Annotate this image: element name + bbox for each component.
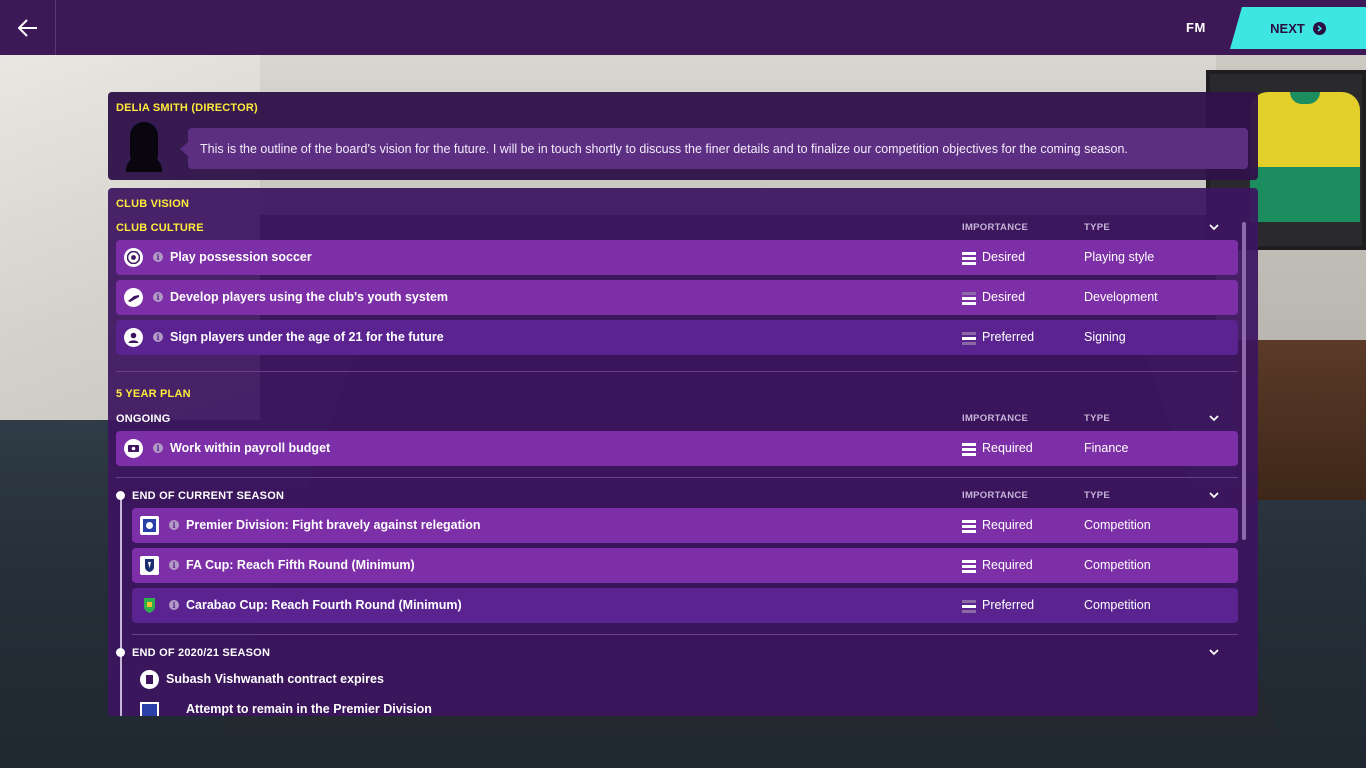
director-message-text: This is the outline of the board's visio…: [200, 141, 1128, 156]
objective-label: Sign players under the age of 21 for the…: [170, 330, 444, 344]
objective-label: Premier Division: Fight bravely against …: [186, 518, 481, 532]
list-item[interactable]: i Develop players using the club's youth…: [116, 280, 1238, 315]
importance-header: IMPORTANCE: [962, 490, 1029, 501]
director-message: This is the outline of the board's visio…: [180, 128, 1248, 169]
importance-bars-icon: [962, 292, 976, 305]
importance-value: Required: [982, 558, 1033, 572]
fm-logo: FM: [1186, 20, 1206, 35]
director-name: DELIA SMITH (DIRECTOR): [116, 102, 258, 114]
end-current-season-title: END OF CURRENT SEASON: [132, 490, 285, 502]
info-icon[interactable]: i: [153, 443, 163, 453]
type-value: Development: [1084, 290, 1158, 304]
info-icon[interactable]: i: [153, 292, 163, 302]
importance-value: Required: [982, 441, 1033, 455]
player-icon: [124, 328, 143, 347]
importance-bars-icon: [962, 252, 976, 265]
director-panel: DELIA SMITH (DIRECTOR) This is the outli…: [108, 92, 1258, 180]
type-value: Competition: [1084, 518, 1151, 532]
info-icon[interactable]: i: [169, 560, 179, 570]
importance-value: Required: [982, 518, 1033, 532]
list-item[interactable]: i Carabao Cup: Reach Fourth Round (Minim…: [132, 588, 1238, 623]
ongoing-title: ONGOING: [116, 413, 171, 425]
next-button-label: NEXT: [1270, 20, 1305, 36]
chevron-down-icon[interactable]: [1207, 411, 1221, 425]
info-icon[interactable]: i: [153, 252, 163, 262]
importance-value: Preferred: [982, 598, 1035, 612]
importance-bars-icon: [962, 600, 976, 613]
director-avatar: [124, 122, 164, 172]
type-header: TYPE: [1084, 413, 1111, 424]
importance-header: IMPORTANCE: [962, 413, 1029, 424]
importance-bars-icon: [962, 332, 976, 345]
importance-header: IMPORTANCE: [962, 222, 1029, 233]
info-icon[interactable]: i: [153, 332, 163, 342]
list-item[interactable]: i Premier Division: Fight bravely agains…: [132, 508, 1238, 543]
end-2020-21-season-title: END OF 2020/21 SEASON: [132, 647, 271, 659]
timeline-dot: [116, 648, 125, 657]
type-header: TYPE: [1084, 490, 1111, 501]
divider: [116, 477, 1238, 478]
type-value: Competition: [1084, 558, 1151, 572]
objective-label: Develop players using the club's youth s…: [170, 290, 449, 304]
chevron-down-icon[interactable]: [1207, 645, 1221, 659]
timeline-dot: [116, 491, 125, 500]
carabao-cup-icon: [140, 596, 159, 615]
divider: [116, 371, 1238, 372]
objective-label: Carabao Cup: Reach Fourth Round (Minimum…: [186, 598, 462, 612]
soccer-ball-icon: [124, 248, 143, 267]
info-icon[interactable]: i: [169, 600, 179, 610]
objective-label: Subash Vishwanath contract expires: [166, 672, 384, 686]
chevron-right-icon: [1312, 21, 1326, 35]
importance-bars-icon: [962, 520, 976, 533]
premier-division-icon: [140, 702, 159, 716]
fa-cup-icon: [140, 556, 159, 575]
list-item[interactable]: i FA Cup: Reach Fifth Round (Minimum) Re…: [132, 548, 1238, 583]
objective-label: Work within payroll budget: [170, 441, 331, 455]
list-item[interactable]: i Work within payroll budget Required Fi…: [116, 431, 1238, 466]
type-value: Competition: [1084, 598, 1151, 612]
list-item[interactable]: i Play possession soccer Desired Playing…: [116, 240, 1238, 275]
importance-value: Preferred: [982, 330, 1035, 344]
club-vision-title: CLUB VISION: [116, 198, 190, 210]
timeline-line: [120, 494, 122, 716]
money-icon: [124, 439, 143, 458]
objective-label: Attempt to remain in the Premier Divisio…: [186, 702, 432, 716]
next-button[interactable]: NEXT: [1230, 7, 1366, 49]
back-button[interactable]: [0, 0, 56, 55]
premier-division-icon: [140, 516, 159, 535]
five-year-plan-title: 5 YEAR PLAN: [116, 388, 191, 400]
importance-bars-icon: [962, 443, 976, 456]
importance-value: Desired: [982, 290, 1026, 304]
contract-icon: [140, 670, 159, 689]
type-value: Signing: [1084, 330, 1126, 344]
info-icon[interactable]: i: [169, 520, 179, 530]
importance-value: Desired: [982, 250, 1026, 264]
objective-label: Play possession soccer: [170, 250, 312, 264]
club-shirt: [1250, 92, 1360, 222]
objective-label: FA Cup: Reach Fifth Round (Minimum): [186, 558, 415, 572]
scrollbar[interactable]: [1242, 222, 1246, 540]
type-value: Finance: [1084, 441, 1129, 455]
top-bar: FM NEXT: [0, 0, 1366, 55]
arrow-left-icon: [17, 18, 37, 37]
list-item[interactable]: i Sign players under the age of 21 for t…: [116, 320, 1238, 355]
divider: [132, 634, 1238, 635]
youth-boot-icon: [124, 288, 143, 307]
importance-bars-icon: [962, 560, 976, 573]
type-value: Playing style: [1084, 250, 1155, 264]
type-header: TYPE: [1084, 222, 1111, 233]
chevron-down-icon[interactable]: [1207, 220, 1221, 234]
club-culture-title: CLUB CULTURE: [116, 222, 204, 234]
club-vision-panel: CLUB VISION CLUB CULTURE IMPORTANCE TYPE…: [108, 188, 1258, 716]
chevron-down-icon[interactable]: [1207, 488, 1221, 502]
